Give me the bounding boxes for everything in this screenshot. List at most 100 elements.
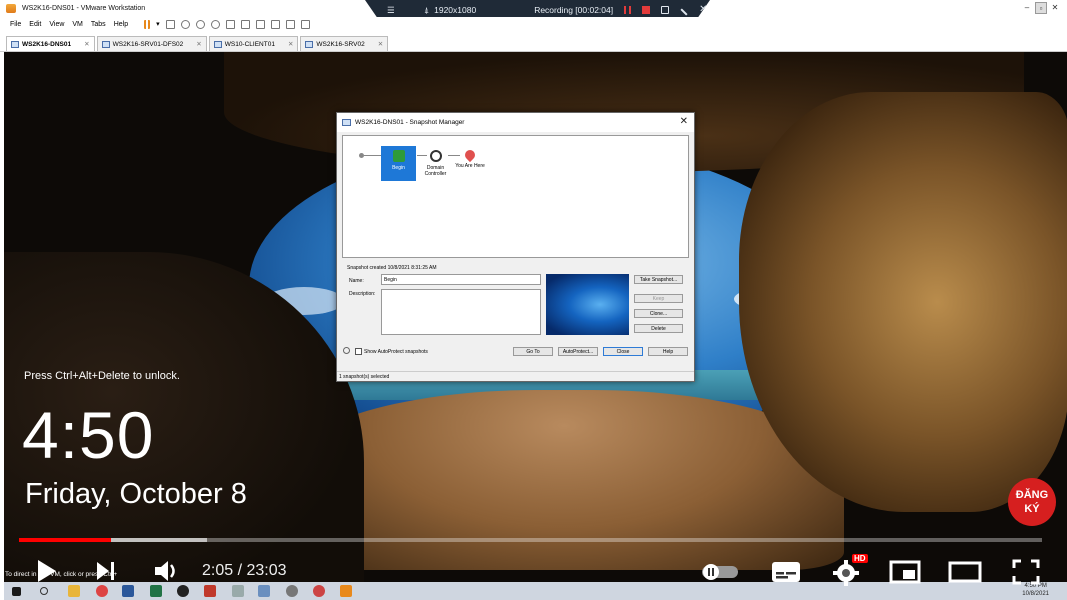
pin-icon: ⍋: [424, 4, 430, 15]
dialog-title: WS2K16-DNS01 - Snapshot Manager: [355, 119, 465, 126]
description-label: Description:: [349, 291, 376, 297]
node-label: Domain Controller: [424, 165, 447, 177]
autoprotect-button[interactable]: AutoProtect...: [558, 347, 598, 356]
location-pin-icon: [462, 147, 478, 163]
window-controls: – ▫ ✕: [1021, 2, 1061, 14]
pen-icon[interactable]: [680, 7, 688, 16]
dialog-title-bar: WS2K16-DNS01 - Snapshot Manager ✕: [337, 113, 694, 132]
background-beach: [284, 390, 844, 570]
next-icon[interactable]: [95, 560, 117, 582]
tab-close-icon[interactable]: ✕: [84, 40, 89, 48]
clock-icon: [429, 150, 442, 162]
snapshot-tree: Begin Domain Controller You Are Here: [342, 135, 689, 258]
resolution-label: 1920x1080: [434, 5, 477, 15]
fullscreen-icon[interactable]: [1012, 559, 1040, 585]
video-time: 2:05 / 23:03: [202, 562, 287, 579]
tree-connector: [364, 155, 382, 156]
vmware-logo-icon: [6, 4, 16, 13]
console-icon[interactable]: [285, 19, 295, 29]
menu-view[interactable]: View: [49, 21, 64, 28]
clone-button[interactable]: Clone...: [634, 309, 683, 318]
node-label: You Are Here: [455, 163, 485, 169]
video-progress-bar[interactable]: [19, 538, 1042, 542]
menu-edit[interactable]: Edit: [29, 21, 41, 28]
tab-close-icon[interactable]: ✕: [378, 40, 383, 48]
toolbar: ▾: [144, 19, 310, 29]
take-snapshot-button[interactable]: Take Snapshot...: [634, 275, 683, 284]
settings-gear-icon[interactable]: [833, 560, 859, 586]
close-button[interactable]: Close: [603, 347, 643, 356]
minimize-icon[interactable]: –: [1021, 2, 1033, 14]
snapshot-manager-icon[interactable]: [210, 19, 220, 29]
snapshot-thumbnail: [546, 274, 629, 335]
tab-ws2k16-dns01[interactable]: WS2K16-DNS01 ✕: [6, 36, 95, 51]
snapshot-icon: [392, 150, 405, 162]
theater-mode-icon[interactable]: [948, 560, 982, 584]
hamburger-icon[interactable]: ☰: [387, 5, 396, 16]
snapshot-created-text: Snapshot created 10/8/2021 8:31:25 AM: [347, 265, 437, 271]
snapshot-manager-dialog: WS2K16-DNS01 - Snapshot Manager ✕ Begin …: [336, 112, 695, 382]
vm-icon: [305, 40, 314, 48]
dropdown-arrow-icon[interactable]: ▾: [156, 20, 160, 28]
close-icon[interactable]: ✕: [1049, 2, 1061, 14]
subtitles-icon[interactable]: [771, 561, 801, 583]
volume-icon[interactable]: [153, 559, 179, 583]
tab-label: WS2K16-SRV02: [316, 40, 365, 48]
snapshot-description-input[interactable]: [381, 289, 541, 335]
played-progress: [19, 538, 112, 542]
revert-snapshot-icon[interactable]: [195, 19, 205, 29]
snapshot-node-you-are-here[interactable]: You Are Here: [455, 147, 485, 169]
delete-button[interactable]: Delete: [634, 324, 683, 333]
dialog-close-icon[interactable]: ✕: [680, 116, 688, 127]
help-button[interactable]: Help: [648, 347, 688, 356]
tab-ws2k16-srv01-dfs02[interactable]: WS2K16-SRV01-DFS02 ✕: [96, 36, 207, 51]
snapshot-icon[interactable]: [180, 19, 190, 29]
tab-label: WS2K16-SRV01-DFS02: [112, 40, 184, 48]
vm-icon: [213, 40, 222, 48]
snapshot-node-begin[interactable]: Begin: [381, 146, 416, 181]
library-icon[interactable]: [225, 19, 235, 29]
go-to-button[interactable]: Go To: [513, 347, 553, 356]
miniplayer-icon[interactable]: [889, 560, 921, 584]
tab-close-icon[interactable]: ✕: [288, 40, 293, 48]
video-control-bar: HD: [0, 548, 1067, 596]
thumbnail-icon[interactable]: [240, 19, 250, 29]
background-rock-right: [739, 92, 1067, 512]
recording-status: Recording [00:02:04]: [534, 5, 614, 15]
tab-ws10-client01[interactable]: WS10-CLIENT01 ✕: [208, 36, 299, 51]
subscribe-button[interactable]: ĐĂNG KÝ: [1008, 478, 1056, 526]
menu-bar: File Edit View VM Tabs Help ▾: [0, 17, 1067, 31]
keep-button[interactable]: Keep: [634, 294, 683, 303]
vm-icon: [101, 40, 110, 48]
menu-vm[interactable]: VM: [72, 21, 83, 28]
autoplay-toggle-icon[interactable]: [700, 563, 740, 581]
menu-help[interactable]: Help: [114, 21, 128, 28]
stop-recording-icon[interactable]: [642, 6, 651, 14]
vm-icon: [11, 40, 19, 48]
show-autoprotect-checkbox[interactable]: [355, 348, 362, 355]
menu-tabs[interactable]: Tabs: [91, 21, 106, 28]
dialog-status-bar: 1 snapshot(s) selected: [337, 371, 694, 381]
tab-label: WS10-CLIENT01: [224, 40, 275, 48]
vm-icon: [342, 119, 351, 126]
name-label: Name:: [349, 278, 364, 284]
unlock-hint: Press Ctrl+Alt+Delete to unlock.: [24, 370, 180, 382]
camera-icon[interactable]: [661, 6, 670, 14]
menu-file[interactable]: File: [10, 21, 21, 28]
send-keys-icon[interactable]: [165, 19, 175, 29]
resolution-display: ⍋ 1920x1080: [424, 5, 476, 16]
play-icon[interactable]: [36, 558, 58, 584]
pause-recording-icon[interactable]: [624, 6, 632, 14]
show-autoprotect-label: Show AutoProtect snapshots: [364, 349, 428, 355]
tab-ws2k16-srv02[interactable]: WS2K16-SRV02 ✕: [300, 36, 389, 51]
suspend-icon[interactable]: [144, 19, 151, 29]
unity-icon[interactable]: [270, 19, 280, 29]
tab-close-icon[interactable]: ✕: [196, 40, 201, 48]
lock-date: Friday, October 8: [25, 478, 247, 510]
snapshot-name-input[interactable]: Begin: [381, 274, 541, 285]
vm-tab-bar: WS2K16-DNS01 ✕ WS2K16-SRV01-DFS02 ✕ WS10…: [0, 31, 1067, 52]
stretch-icon[interactable]: [300, 19, 310, 29]
fullscreen-icon[interactable]: [255, 19, 265, 29]
maximize-icon[interactable]: ▫: [1035, 2, 1047, 14]
lock-time: 4:50: [22, 398, 155, 472]
